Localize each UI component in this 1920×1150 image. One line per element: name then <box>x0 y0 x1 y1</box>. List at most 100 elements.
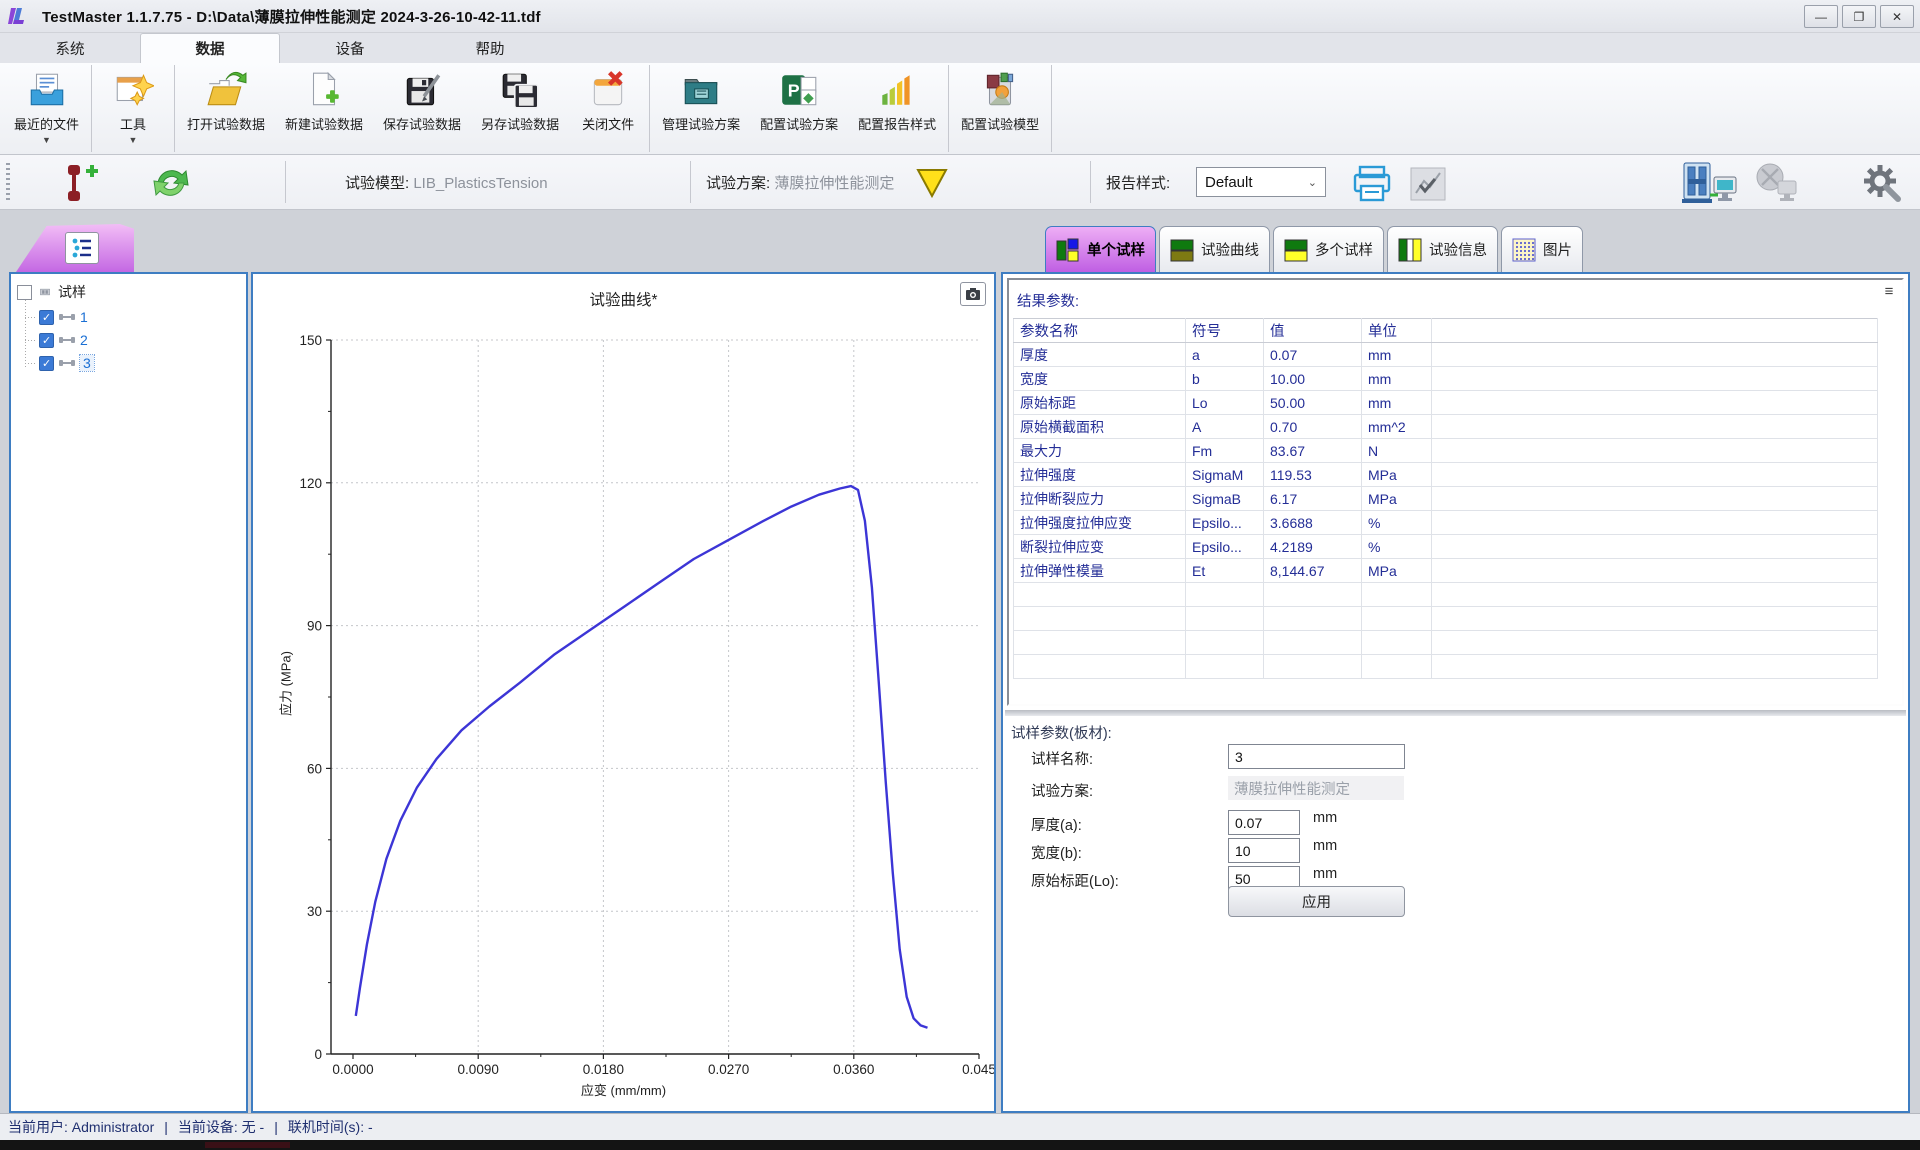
thickness-label: 厚度(a): <box>1031 814 1082 835</box>
result-row[interactable]: 拉伸断裂应力SigmaB6.17MPa <box>1014 487 1878 511</box>
tools-button[interactable]: 工具 ▼ <box>94 63 172 154</box>
result-cell: Epsilo... <box>1186 535 1264 559</box>
tree-item-specimen-2[interactable]: 2 <box>39 332 240 348</box>
toolbar-grip[interactable] <box>6 163 10 201</box>
refresh-icon[interactable] <box>148 161 194 205</box>
thickness-input[interactable] <box>1228 810 1300 835</box>
tab-single-specimen[interactable]: 单个试样 <box>1045 226 1156 272</box>
menu-item-data[interactable]: 数据 <box>140 33 280 63</box>
apply-button[interactable]: 应用 <box>1228 886 1405 917</box>
y-tick-label: 90 <box>307 619 322 634</box>
root-checkbox[interactable] <box>17 285 32 300</box>
recent-files-button[interactable]: 最近的文件 ▼ <box>4 63 89 154</box>
result-cell <box>1014 655 1186 679</box>
maximize-button[interactable]: ❐ <box>1842 5 1876 28</box>
minimize-button[interactable]: — <box>1804 5 1838 28</box>
save-test-data-button[interactable]: 保存试验数据 <box>373 63 471 154</box>
toolbar-separator <box>1090 161 1091 203</box>
menu-item-system[interactable]: 系统 <box>0 33 140 63</box>
scheme-label: 试验方案: <box>706 175 770 192</box>
result-cell: 50.00 <box>1264 391 1362 415</box>
machine-connection-icon[interactable] <box>1680 161 1742 205</box>
ribbon-toolbar: 最近的文件 ▼ 工具 ▼ 打开试验数据 保存试验数据 新建试验数据 <box>0 63 1920 155</box>
camera-icon <box>965 287 981 301</box>
chart-export-button[interactable] <box>960 282 986 306</box>
manage-scheme-button[interactable]: 管理试验方案 <box>652 63 750 154</box>
tree-root-item[interactable]: 试样 <box>17 282 240 302</box>
specimen-checkbox[interactable] <box>39 333 54 348</box>
status-online-time: 联机时间(s): - <box>288 1117 373 1137</box>
open-data-icon <box>205 69 247 111</box>
save-as-data-icon <box>499 69 541 111</box>
result-row[interactable] <box>1014 607 1878 631</box>
filter-funnel-icon[interactable] <box>916 168 948 198</box>
new-test-data-button[interactable]: 保存试验数据 新建试验数据 <box>275 63 373 154</box>
results-table: 参数名称符号值单位 厚度a0.07mm宽度b10.00mm原始标距Lo50.00… <box>1013 318 1878 679</box>
tab-pictures[interactable]: 图片 <box>1501 226 1583 272</box>
device-offline-icon[interactable] <box>1748 163 1804 205</box>
width-input[interactable] <box>1228 838 1300 863</box>
results-column-header: 单位 <box>1362 319 1432 343</box>
menu-item-help[interactable]: 帮助 <box>420 33 560 63</box>
x-tick-label: 0.045 <box>962 1062 994 1077</box>
result-cell: 拉伸强度 <box>1014 463 1186 487</box>
result-row[interactable]: 拉伸强度SigmaM119.53MPa <box>1014 463 1878 487</box>
width-label: 宽度(b): <box>1031 842 1082 863</box>
settings-gear-icon[interactable] <box>1862 163 1902 203</box>
tree-connector <box>25 300 26 368</box>
specimen-number: 3 <box>80 355 94 371</box>
result-cell <box>1186 607 1264 631</box>
config-model-button[interactable]: 配置试验模型 <box>951 63 1049 154</box>
result-row[interactable]: 拉伸强度拉伸应变Epsilo...3.6688% <box>1014 511 1878 535</box>
report-style-value: Default <box>1205 174 1253 191</box>
specimen-checkbox[interactable] <box>39 310 54 325</box>
report-style-button[interactable]: 配置报告样式 <box>848 63 946 154</box>
close-file-button[interactable]: 关闭文件 <box>569 63 647 154</box>
print-report-icon[interactable] <box>1352 165 1396 203</box>
panel-menu-button[interactable]: ≡ <box>1878 282 1900 300</box>
scheme-value: 薄膜拉伸性能测定 <box>774 175 894 192</box>
result-row[interactable]: 厚度a0.07mm <box>1014 343 1878 367</box>
preview-curve-icon-disabled[interactable] <box>1408 165 1448 203</box>
results-header-row: 参数名称符号值单位 <box>1014 319 1878 343</box>
specimen-name-input[interactable] <box>1228 744 1405 769</box>
results-column-header <box>1432 319 1878 343</box>
ribbon-button-label: 保存试验数据 <box>383 114 461 133</box>
save-as-test-data-button[interactable]: 另存试验数据 <box>471 63 569 154</box>
tree-item-specimen-1[interactable]: 1 <box>39 309 240 325</box>
close-button[interactable]: ✕ <box>1880 5 1914 28</box>
open-test-data-button[interactable]: 打开试验数据 <box>177 63 275 154</box>
tree-item-specimen-3[interactable]: 3 <box>39 355 240 371</box>
menu-item-device[interactable]: 设备 <box>280 33 420 63</box>
result-row[interactable]: 原始标距Lo50.00mm <box>1014 391 1878 415</box>
x-axis-title: 应变 (mm/mm) <box>253 1080 994 1099</box>
result-row[interactable]: 拉伸弹性模量Et8,144.67MPa <box>1014 559 1878 583</box>
result-row[interactable]: 断裂拉伸应变Epsilo...4.2189% <box>1014 535 1878 559</box>
horizontal-splitter[interactable] <box>1005 710 1906 716</box>
x-tick-label: 0.0090 <box>458 1062 499 1077</box>
results-panel: 结果参数: 参数名称符号值单位 厚度a0.07mm宽度b10.00mm原始标距L… <box>1001 272 1910 1113</box>
result-row[interactable]: 最大力Fm83.67N <box>1014 439 1878 463</box>
report-style-select[interactable]: Default ⌄ <box>1196 167 1326 197</box>
result-cell <box>1432 439 1878 463</box>
stress-strain-plot[interactable]: 03060901201500.00000.00900.01800.02700.0… <box>253 274 994 1111</box>
tab-test-curve[interactable]: 试验曲线 <box>1159 226 1270 272</box>
result-row[interactable] <box>1014 631 1878 655</box>
ribbon-separator <box>1051 65 1052 152</box>
y-tick-label: 120 <box>299 476 322 491</box>
result-cell: MPa <box>1362 463 1432 487</box>
result-row[interactable] <box>1014 583 1878 607</box>
add-specimen-icon[interactable] <box>64 163 106 203</box>
tab-test-info[interactable]: 试验信息 <box>1387 226 1498 272</box>
config-scheme-button[interactable]: P 配置试验方案 <box>750 63 848 154</box>
tree-view-tab[interactable] <box>16 224 134 272</box>
tab-multi-specimen[interactable]: 多个试样 <box>1273 226 1384 272</box>
result-row[interactable]: 原始横截面积A0.70mm^2 <box>1014 415 1878 439</box>
result-row[interactable] <box>1014 655 1878 679</box>
result-cell <box>1014 607 1186 631</box>
specimen-checkbox[interactable] <box>39 356 54 371</box>
results-title: 结果参数: <box>1017 290 1079 311</box>
ribbon-button-label: 新建试验数据 <box>285 114 363 133</box>
result-row[interactable]: 宽度b10.00mm <box>1014 367 1878 391</box>
ribbon-button-label: 工具 <box>120 114 146 133</box>
